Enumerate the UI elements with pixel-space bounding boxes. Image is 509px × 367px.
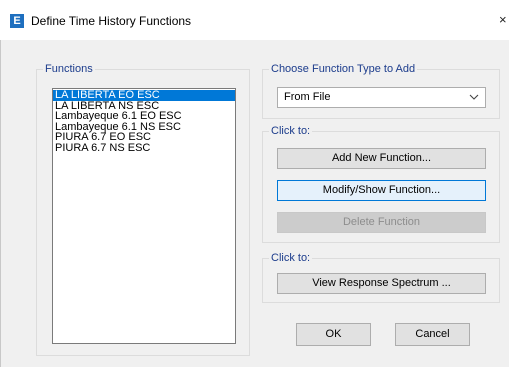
- close-icon[interactable]: ×: [499, 10, 509, 30]
- window-border: [0, 40, 1, 367]
- function-list-item[interactable]: PIURA 6.7 NS ESC: [53, 142, 235, 154]
- function-list-item[interactable]: PIURA 6.7 EO ESC: [53, 132, 235, 143]
- app-icon: E: [10, 14, 24, 28]
- function-type-dropdown[interactable]: From File: [277, 87, 486, 108]
- add-new-function-button[interactable]: Add New Function...: [277, 148, 486, 169]
- function-type-selected-value: From File: [284, 91, 331, 103]
- function-list-item[interactable]: LA LIBERTA EO ESC: [53, 90, 235, 101]
- view-response-spectrum-button[interactable]: View Response Spectrum ...: [277, 273, 486, 294]
- modify-show-function-button[interactable]: Modify/Show Function...: [277, 180, 486, 201]
- function-list-item[interactable]: Lambayeque 6.1 EO ESC: [53, 111, 235, 122]
- chevron-down-icon[interactable]: [469, 90, 479, 107]
- ok-button[interactable]: OK: [296, 323, 371, 346]
- functions-listbox[interactable]: LA LIBERTA EO ESC LA LIBERTA NS ESC Lambay…: [52, 88, 236, 344]
- function-type-group-label: Choose Function Type to Add: [271, 63, 416, 75]
- delete-function-button[interactable]: Delete Function: [277, 212, 486, 233]
- cancel-button[interactable]: Cancel: [395, 323, 470, 346]
- functions-group-label: Functions: [45, 63, 93, 75]
- actions-group-label: Click to:: [271, 125, 311, 137]
- response-spectrum-group-label: Click to:: [271, 252, 311, 264]
- window-title: Define Time History Functions: [31, 14, 192, 28]
- title-bar[interactable]: E Define Time History Functions ×: [0, 0, 509, 40]
